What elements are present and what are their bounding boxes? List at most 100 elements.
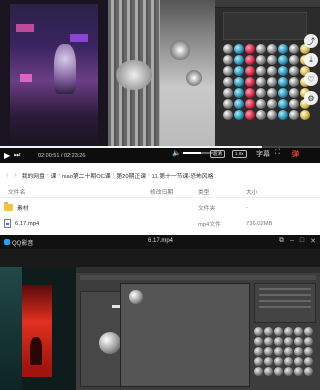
like-icon[interactable]: ♡ (304, 72, 318, 86)
material-swatch[interactable] (256, 99, 266, 109)
material-swatch[interactable] (264, 347, 273, 356)
material-swatch[interactable] (284, 347, 293, 356)
material-swatch[interactable] (294, 347, 303, 356)
material-swatch[interactable] (245, 110, 255, 120)
list-item[interactable]: 素材 文件夹 - (0, 201, 320, 214)
column-header-type[interactable]: 类型 (198, 187, 246, 196)
column-header-date[interactable]: 修改日期 (150, 187, 198, 196)
material-swatch[interactable] (284, 327, 293, 336)
material-swatch[interactable] (256, 77, 266, 87)
material-swatch[interactable] (304, 347, 313, 356)
material-swatch[interactable] (245, 99, 255, 109)
fullscreen-icon[interactable]: ⛶ (275, 149, 280, 157)
material-swatch[interactable] (256, 110, 266, 120)
material-swatch[interactable] (254, 347, 263, 356)
settings-icon[interactable]: ⚙ (304, 91, 318, 105)
download-icon[interactable]: ⤓ (304, 53, 318, 67)
material-swatch[interactable] (223, 55, 233, 65)
material-swatch[interactable] (267, 55, 277, 65)
material-swatch[interactable] (234, 99, 244, 109)
material-swatch[interactable] (254, 337, 263, 346)
qq-video-frame[interactable] (0, 249, 320, 390)
column-header-name[interactable]: 文件名 (0, 187, 150, 196)
material-swatch[interactable] (284, 357, 293, 366)
material-swatch[interactable] (256, 88, 266, 98)
material-swatch[interactable] (274, 327, 283, 336)
material-swatch[interactable] (254, 367, 263, 376)
back-icon[interactable]: ‹ (6, 172, 8, 179)
close-icon[interactable]: ✕ (310, 237, 316, 245)
material-swatch[interactable] (278, 77, 288, 87)
material-swatch[interactable] (294, 337, 303, 346)
material-swatch[interactable] (264, 327, 273, 336)
volume-slider[interactable] (182, 152, 213, 154)
material-swatch[interactable] (289, 88, 299, 98)
material-swatch[interactable] (245, 66, 255, 76)
material-swatch[interactable] (264, 367, 273, 376)
material-swatch[interactable] (223, 77, 233, 87)
material-swatch[interactable] (289, 110, 299, 120)
progress-bar[interactable] (0, 146, 320, 148)
material-swatch[interactable] (289, 66, 299, 76)
material-swatch[interactable] (289, 55, 299, 65)
volume-icon[interactable]: 🔈 (172, 149, 181, 157)
material-swatch[interactable] (274, 357, 283, 366)
material-swatch[interactable] (245, 88, 255, 98)
material-swatch[interactable] (234, 88, 244, 98)
material-swatch[interactable] (304, 357, 313, 366)
breadcrumb-item[interactable]: 第20期正课 (116, 171, 146, 180)
subtitle-button[interactable]: 字幕 (256, 149, 270, 159)
material-swatch[interactable] (289, 99, 299, 109)
material-swatch[interactable] (274, 347, 283, 356)
volume-control[interactable]: 🔈 (172, 149, 213, 157)
material-swatch[interactable] (245, 44, 255, 54)
material-swatch[interactable] (223, 99, 233, 109)
material-swatch[interactable] (278, 44, 288, 54)
material-swatch[interactable] (294, 357, 303, 366)
material-swatch[interactable] (304, 337, 313, 346)
play-icon[interactable]: ▶ (4, 151, 14, 160)
material-swatch[interactable] (254, 357, 263, 366)
quality-button[interactable]: 超清 (210, 150, 225, 158)
material-swatch[interactable] (278, 55, 288, 65)
column-header-size[interactable]: 大小 (246, 187, 306, 196)
next-icon[interactable]: ⏭ (14, 152, 24, 160)
material-swatch[interactable] (267, 77, 277, 87)
material-swatch[interactable] (256, 55, 266, 65)
material-swatch[interactable] (278, 110, 288, 120)
share-icon[interactable]: ⤴ (304, 34, 318, 48)
material-swatch[interactable] (289, 77, 299, 87)
material-swatch[interactable] (254, 327, 263, 336)
material-swatch[interactable] (234, 55, 244, 65)
forward-icon[interactable]: › (14, 172, 16, 179)
material-swatch[interactable] (256, 44, 266, 54)
material-swatch[interactable] (245, 77, 255, 87)
video-player[interactable]: ⤴ ⤓ ♡ ⚙ ▶ ⏭ 02:00:51 / 02:23:26 🔈 超清 1.0… (0, 0, 320, 163)
material-swatch[interactable] (234, 66, 244, 76)
material-swatch[interactable] (289, 44, 299, 54)
material-swatch[interactable] (274, 337, 283, 346)
material-swatch[interactable] (278, 88, 288, 98)
material-swatch[interactable] (234, 44, 244, 54)
material-swatch[interactable] (223, 44, 233, 54)
material-swatch[interactable] (234, 110, 244, 120)
material-swatch[interactable] (304, 367, 313, 376)
material-swatch[interactable] (245, 55, 255, 65)
breadcrumb-item[interactable]: 我的网盘 (22, 171, 45, 180)
material-swatch[interactable] (256, 66, 266, 76)
speed-button[interactable]: 1.0x (232, 150, 247, 158)
material-swatch[interactable] (234, 77, 244, 87)
breadcrumb-item[interactable]: 课 (51, 171, 57, 180)
material-swatch[interactable] (267, 99, 277, 109)
material-swatch[interactable] (284, 337, 293, 346)
qq-logo[interactable]: QQ影音 (4, 238, 33, 247)
material-swatch[interactable] (264, 337, 273, 346)
material-swatch[interactable] (278, 99, 288, 109)
material-swatch[interactable] (304, 327, 313, 336)
pin-icon[interactable]: ⧉ (279, 237, 284, 245)
material-swatch[interactable] (223, 110, 233, 120)
material-swatch[interactable] (267, 66, 277, 76)
material-swatch[interactable] (274, 367, 283, 376)
material-swatch[interactable] (294, 327, 303, 336)
list-item[interactable]: 6.17.mp4 mp4文件 736.02MB (0, 217, 320, 230)
